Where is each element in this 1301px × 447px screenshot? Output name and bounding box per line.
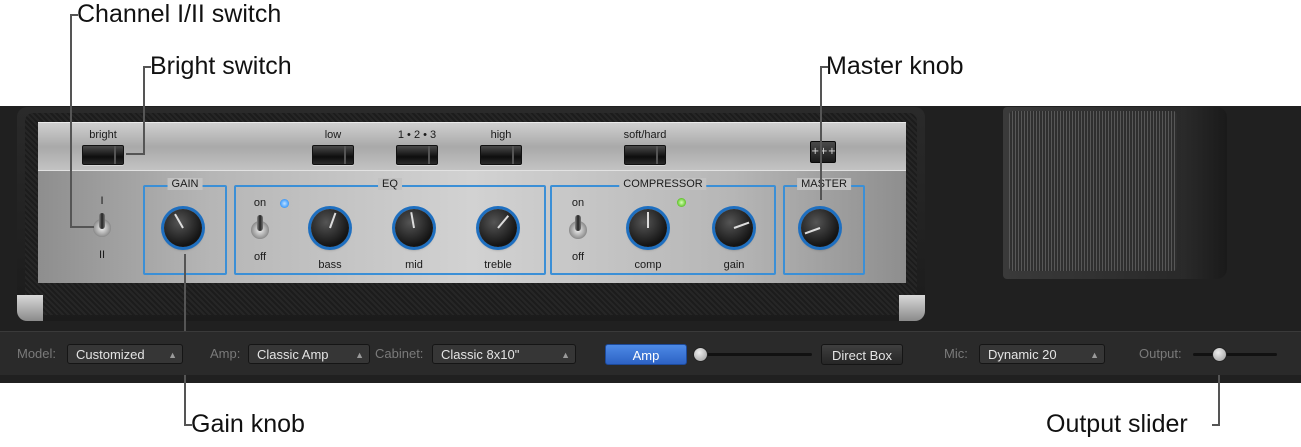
treble-label: treble bbox=[484, 259, 512, 271]
cabinet-popup-arrow-icon: ▲ bbox=[561, 350, 570, 360]
master-knob[interactable] bbox=[801, 209, 839, 247]
bright-label: bright bbox=[89, 129, 117, 141]
eq-on-label: on bbox=[253, 197, 267, 209]
channel-123-switch[interactable] bbox=[396, 145, 438, 165]
amp-corner-bl bbox=[17, 295, 43, 321]
amp-button[interactable]: Amp bbox=[605, 344, 687, 365]
amp-popup-arrow-icon: ▲ bbox=[355, 350, 364, 360]
low-switch[interactable] bbox=[312, 145, 354, 165]
callout-master-knob: Master knob bbox=[826, 52, 964, 80]
channel-123-label: 1 • 2 • 3 bbox=[397, 129, 437, 141]
cabinet-side bbox=[1181, 107, 1227, 279]
output-label: Output: bbox=[1139, 346, 1182, 361]
compressor-section-title: COMPRESSOR bbox=[619, 178, 707, 190]
leader-output-slider-end bbox=[1212, 424, 1220, 426]
callout-channel-switch: Channel I/II switch bbox=[77, 0, 282, 28]
soft-hard-switch[interactable] bbox=[624, 145, 666, 165]
model-value: Customized bbox=[76, 347, 145, 362]
comp-label: comp bbox=[634, 259, 662, 271]
amp-top-row: bright low 1 • 2 • 3 high soft/hard +++ bbox=[38, 122, 906, 171]
mid-label: mid bbox=[405, 259, 423, 271]
soft-hard-label: soft/hard bbox=[623, 129, 667, 141]
model-label: Model: bbox=[17, 346, 57, 361]
high-label: high bbox=[490, 129, 512, 141]
low-label: low bbox=[324, 129, 342, 141]
speaker-cabinet bbox=[1003, 107, 1227, 279]
callout-gain-knob: Gain knob bbox=[191, 410, 305, 438]
leader-master-knob bbox=[820, 66, 822, 200]
cabinet-label: Cabinet: bbox=[375, 346, 424, 361]
eq-led bbox=[280, 199, 289, 208]
amp-direct-blend-thumb[interactable] bbox=[693, 347, 708, 362]
leader-bright-switch bbox=[143, 66, 145, 155]
output-slider-thumb[interactable] bbox=[1212, 347, 1227, 362]
master-section-title: MASTER bbox=[797, 178, 851, 190]
output-slider-track[interactable] bbox=[1193, 353, 1277, 356]
compressor-off-label: off bbox=[571, 251, 585, 263]
mic-popup[interactable]: Dynamic 20 ▲ bbox=[979, 344, 1105, 364]
channel-ii-label: II bbox=[98, 249, 106, 261]
cabinet-value: Classic 8x10" bbox=[441, 347, 520, 362]
bass-label: bass bbox=[318, 259, 342, 271]
channel-i-label: I bbox=[100, 195, 104, 207]
compressor-on-off-switch[interactable] bbox=[569, 215, 587, 239]
leader-master-knob-top bbox=[820, 66, 828, 68]
cabinet-grille bbox=[1009, 111, 1177, 271]
gain-section-title: GAIN bbox=[167, 178, 203, 190]
amp-corner-br bbox=[899, 295, 925, 321]
mid-knob[interactable] bbox=[395, 209, 433, 247]
model-popup-arrow-icon: ▲ bbox=[168, 350, 177, 360]
callout-bright-switch: Bright switch bbox=[150, 52, 292, 80]
channel-switch[interactable] bbox=[93, 213, 111, 237]
eq-on-off-switch[interactable] bbox=[251, 215, 269, 239]
model-popup[interactable]: Customized ▲ bbox=[67, 344, 183, 364]
amp-control-panel: I II GAIN EQ on off bass mid treble COMP… bbox=[38, 170, 906, 283]
compressor-gain-label: gain bbox=[723, 259, 745, 271]
expand-icon[interactable]: +++ bbox=[810, 141, 836, 163]
direct-box-button[interactable]: Direct Box bbox=[821, 344, 903, 365]
callout-output-slider: Output slider bbox=[1046, 410, 1188, 438]
leader-channel-switch-top bbox=[70, 14, 78, 16]
bright-switch[interactable] bbox=[82, 145, 124, 165]
leader-bright-switch-top bbox=[143, 66, 151, 68]
leader-channel-switch bbox=[70, 14, 72, 227]
eq-off-label: off bbox=[253, 251, 267, 263]
comp-knob[interactable] bbox=[629, 209, 667, 247]
mic-value: Dynamic 20 bbox=[988, 347, 1057, 362]
gain-knob[interactable] bbox=[164, 209, 202, 247]
compressor-led bbox=[677, 198, 686, 207]
amp-direct-blend-track[interactable] bbox=[700, 353, 812, 356]
amp-value: Classic Amp bbox=[257, 347, 329, 362]
cabinet-popup[interactable]: Classic 8x10" ▲ bbox=[432, 344, 576, 364]
amp-popup[interactable]: Classic Amp ▲ bbox=[248, 344, 370, 364]
compressor-on-label: on bbox=[571, 197, 585, 209]
plugin-toolbar: Model: Customized ▲ Amp: Classic Amp ▲ Cab… bbox=[0, 331, 1301, 375]
high-switch[interactable] bbox=[480, 145, 522, 165]
compressor-gain-knob[interactable] bbox=[715, 209, 753, 247]
leader-bright-switch-end bbox=[126, 153, 145, 155]
bass-knob[interactable] bbox=[311, 209, 349, 247]
amp-label: Amp: bbox=[210, 346, 241, 361]
treble-knob[interactable] bbox=[479, 209, 517, 247]
mic-label: Mic: bbox=[944, 346, 968, 361]
leader-gain-knob-end bbox=[184, 424, 192, 426]
mic-popup-arrow-icon: ▲ bbox=[1090, 350, 1099, 360]
leader-channel-switch-end bbox=[70, 226, 94, 228]
eq-section-title: EQ bbox=[378, 178, 402, 190]
